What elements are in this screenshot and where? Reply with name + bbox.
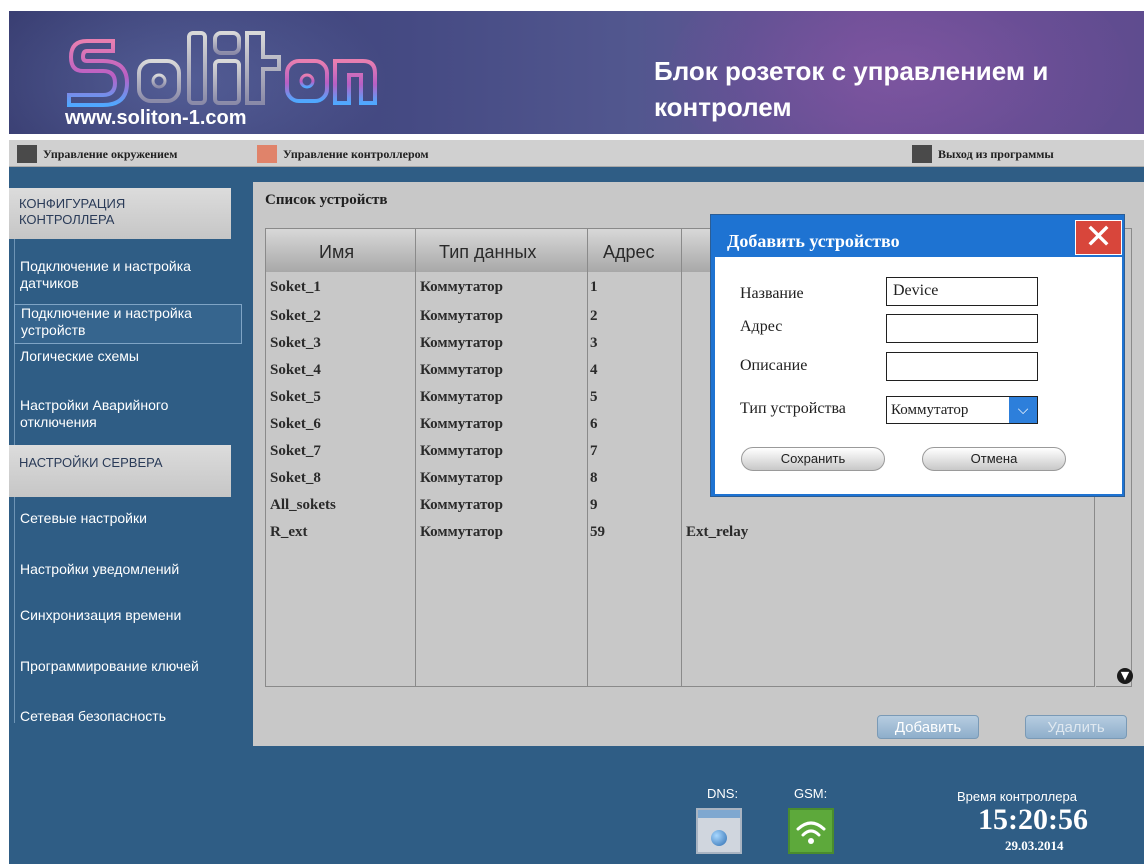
nav-exit-program[interactable]: Выход из программы: [912, 145, 1054, 163]
cell-type: Коммутатор: [420, 389, 503, 405]
cell-type: Коммутатор: [420, 416, 503, 432]
cell-address: 8: [590, 470, 598, 486]
cell-address: 9: [590, 497, 598, 513]
dialog-title: Добавить устройство: [727, 231, 900, 251]
controller-time-label: Время контроллера: [957, 789, 1077, 804]
cell-name: Soket_1: [270, 279, 321, 295]
delete-device-button[interactable]: Удалить: [1025, 715, 1127, 739]
app-header: www.soliton-1.com Блок розеток с управле…: [9, 11, 1144, 134]
gsm-label: GSM:: [794, 786, 828, 801]
cell-name: Soket_4: [270, 362, 321, 378]
cell-name: Soket_5: [270, 389, 321, 405]
sidebar-item-network-security[interactable]: Сетевая безопасность: [14, 708, 232, 725]
controller-time: 15:20:56: [978, 803, 1088, 836]
nav-marker-icon: [912, 145, 932, 163]
close-icon[interactable]: ✕: [1075, 220, 1122, 255]
save-button[interactable]: Сохранить: [741, 447, 885, 471]
arrow-down-circle-icon[interactable]: ▼: [1117, 668, 1133, 684]
device-address-input[interactable]: [886, 314, 1038, 343]
globe-window-icon: [696, 808, 742, 854]
page-title: Блок розеток с управлением и контролем: [654, 56, 1049, 122]
device-description-input[interactable]: [886, 352, 1038, 381]
sidebar-item-devices[interactable]: Подключение и настройка устройств: [14, 304, 242, 344]
sidebar-item-emergency-shutdown[interactable]: Настройки Аварийного отключения: [14, 397, 232, 431]
column-header-address[interactable]: Адрес: [603, 242, 655, 263]
sidebar-item-notifications[interactable]: Настройки уведомлений: [14, 561, 232, 578]
cell-type: Коммутатор: [420, 443, 503, 459]
dialog-description-label: Описание: [740, 357, 808, 374]
cell-address: 2: [590, 308, 598, 324]
cell-address: 5: [590, 389, 598, 405]
sidebar-section-server-settings[interactable]: НАСТРОЙКИ СЕРВЕРА: [9, 445, 231, 497]
nav-marker-icon: [17, 145, 37, 163]
cell-address: 1: [590, 279, 598, 295]
sidebar-item-network-settings[interactable]: Сетевые настройки: [14, 510, 232, 527]
cell-name: Soket_8: [270, 470, 321, 486]
cell-name: R_ext: [270, 524, 308, 540]
device-name-input[interactable]: Device: [886, 277, 1038, 306]
cell-name: All_sokets: [270, 497, 336, 513]
nav-environment-label: Управление окружением: [43, 146, 178, 161]
chevron-down-icon[interactable]: ⌵: [1009, 397, 1037, 423]
nav-controller-control[interactable]: Управление контроллером: [257, 145, 429, 163]
sidebar-item-time-sync[interactable]: Синхронизация времени: [14, 607, 232, 624]
device-list-title: Список устройств: [265, 192, 388, 208]
sidebar-item-logic-schemes[interactable]: Логические схемы: [14, 348, 232, 365]
sidebar-item-key-programming[interactable]: Программирование ключей: [14, 658, 232, 675]
cell-name: Soket_2: [270, 308, 321, 324]
top-navigation: Управление окружением Управление контрол…: [9, 140, 1144, 167]
soliton-logo: [67, 31, 377, 107]
cell-name: Soket_3: [270, 335, 321, 351]
cell-type: Коммутатор: [420, 470, 503, 486]
column-header-name[interactable]: Имя: [319, 242, 354, 263]
cell-address: 59: [590, 524, 605, 540]
cell-type: Коммутатор: [420, 497, 503, 513]
cell-address: 7: [590, 443, 598, 459]
cell-description: Ext_relay: [686, 524, 749, 540]
nav-controller-label: Управление контроллером: [283, 146, 429, 161]
cell-type: Коммутатор: [420, 524, 503, 540]
column-header-type[interactable]: Тип данных: [439, 242, 536, 263]
globe-icon: [711, 830, 727, 846]
controller-date: 29.03.2014: [1005, 838, 1064, 853]
site-url: www.soliton-1.com: [65, 107, 247, 129]
cell-name: Soket_6: [270, 416, 321, 432]
cancel-button[interactable]: Отмена: [922, 447, 1066, 471]
dialog-name-label: Название: [740, 285, 804, 302]
nav-environment-control[interactable]: Управление окружением: [17, 145, 177, 163]
cell-type: Коммутатор: [420, 335, 503, 351]
dialog-type-label: Тип устройства: [740, 400, 846, 417]
dialog-address-label: Адрес: [740, 318, 783, 335]
add-device-button[interactable]: Добавить: [877, 715, 979, 739]
cell-type: Коммутатор: [420, 362, 503, 378]
sidebar-section-controller-config[interactable]: КОНФИГУРАЦИЯ КОНТРОЛЛЕРА: [9, 188, 231, 239]
cell-type: Коммутатор: [420, 308, 503, 324]
table-row[interactable]: All_sokets Коммутатор 9: [266, 495, 1094, 519]
cell-address: 3: [590, 335, 598, 351]
wifi-signal-icon: [788, 808, 834, 854]
wifi-arcs: [796, 821, 826, 844]
dns-label: DNS:: [707, 786, 739, 801]
table-row[interactable]: R_ext Коммутатор 59 Ext_relay: [266, 522, 1094, 546]
cell-address: 6: [590, 416, 598, 432]
cell-address: 4: [590, 362, 598, 378]
cell-type: Коммутатор: [420, 279, 503, 295]
nav-exit-label: Выход из программы: [938, 146, 1054, 161]
sidebar-item-sensors[interactable]: Подключение и настройка датчиков: [14, 258, 232, 292]
nav-marker-active-icon: [257, 145, 277, 163]
cell-name: Soket_7: [270, 443, 321, 459]
window-bar: [698, 810, 740, 818]
